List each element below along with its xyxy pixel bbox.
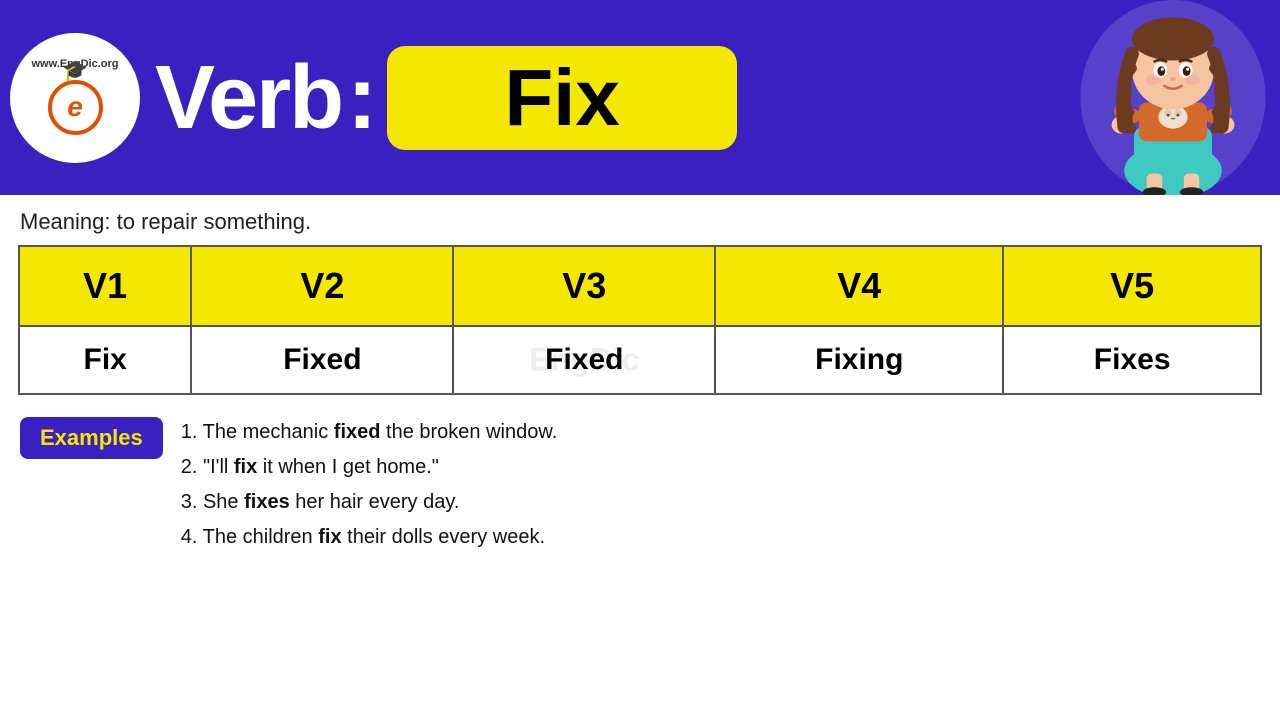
character-svg (1078, 0, 1268, 195)
meaning-section: Meaning: to repair something. (0, 195, 1280, 245)
cell-v3-text: Fixed (545, 343, 623, 376)
verb-text: Fix (504, 58, 620, 138)
table-header-row: V1 V2 V3 V4 V5 (19, 246, 1261, 326)
examples-badge: Examples (20, 417, 163, 459)
example-2: 2. "I'll fix it when I get home." (181, 450, 558, 485)
verb-box: Fix (387, 46, 737, 150)
col-v3: V3 (453, 246, 715, 326)
logo-inner: www.EngDic.org 🎓 e (32, 58, 119, 136)
examples-section: Examples 1. The mechanic fixed the broke… (0, 399, 1280, 555)
meaning-text: to repair something. (117, 209, 311, 234)
cell-v3: Fixed EngDic (453, 326, 715, 394)
grad-cap-icon: 🎓 (63, 58, 88, 83)
cell-v1: Fix (19, 326, 191, 394)
character-illustration (1075, 0, 1270, 195)
logo-e-circle: e (48, 80, 103, 135)
cell-v2: Fixed (191, 326, 453, 394)
example-3: 3. She fixes her hair every day. (181, 485, 558, 520)
cell-v4: Fixing (715, 326, 1003, 394)
col-v5: V5 (1003, 246, 1261, 326)
col-v2: V2 (191, 246, 453, 326)
col-v1: V1 (19, 246, 191, 326)
col-v4: V4 (715, 246, 1003, 326)
table-row: Fix Fixed Fixed EngDic Fixing Fixes (19, 326, 1261, 394)
examples-list: 1. The mechanic fixed the broken window.… (181, 415, 558, 555)
example-1: 1. The mechanic fixed the broken window. (181, 415, 558, 450)
cell-v5: Fixes (1003, 326, 1261, 394)
logo: www.EngDic.org 🎓 e (10, 33, 140, 163)
example-4: 4. The children fix their dolls every we… (181, 520, 558, 555)
meaning-label: Meaning: (20, 209, 111, 234)
page-wrapper: www.EngDic.org 🎓 e Verb : Fix (0, 0, 1280, 720)
verb-forms-table: V1 V2 V3 V4 V5 Fix Fixed Fixed EngDic Fi… (18, 245, 1262, 395)
logo-letter: e (67, 91, 83, 123)
header-title: Verb (155, 53, 342, 143)
header: www.EngDic.org 🎓 e Verb : Fix (0, 0, 1280, 195)
header-colon: : (347, 53, 377, 143)
